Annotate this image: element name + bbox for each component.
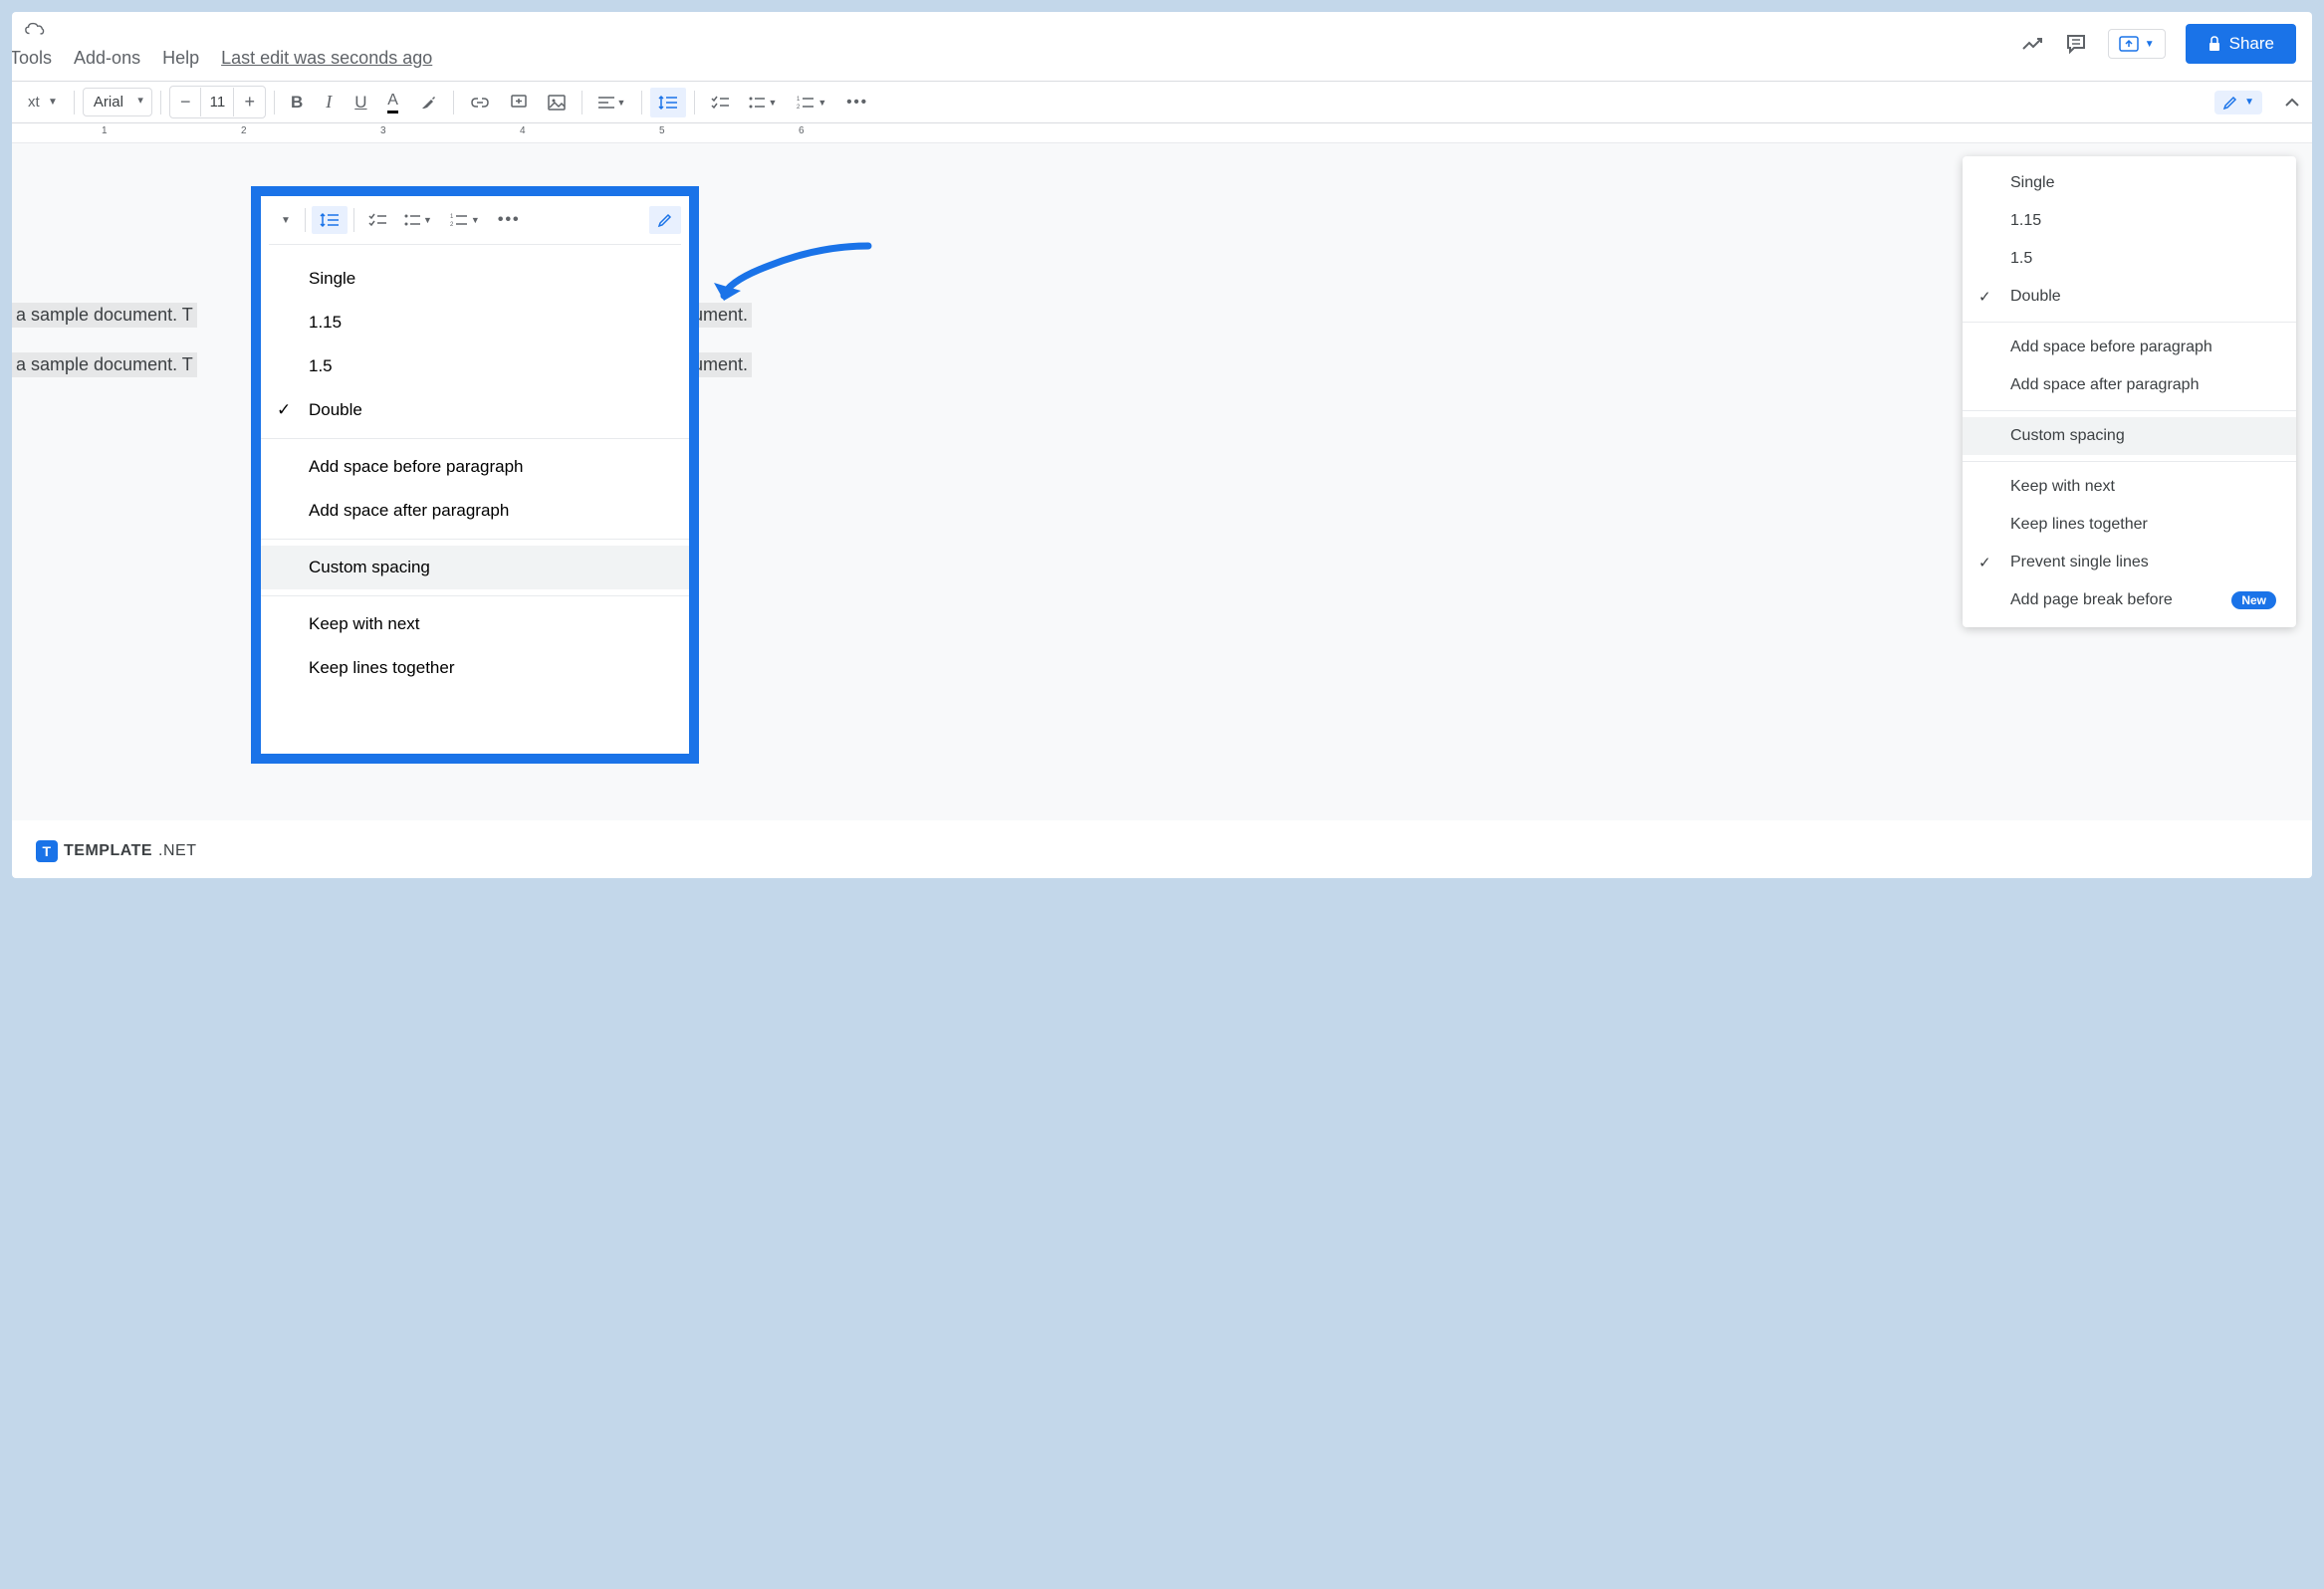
menu-tools[interactable]: Tools bbox=[12, 48, 52, 69]
checklist-button[interactable] bbox=[703, 88, 737, 117]
svg-text:1: 1 bbox=[450, 214, 454, 220]
brand-name: TEMPLATE bbox=[64, 842, 152, 860]
spacing-15[interactable]: 1.5 bbox=[1963, 240, 2296, 278]
spacing-15[interactable]: 1.5 bbox=[261, 344, 689, 388]
keep-lines-together[interactable]: Keep lines together bbox=[1963, 506, 2296, 544]
more-button[interactable]: ••• bbox=[490, 206, 529, 234]
toolbar: xt ▼ Arial − + B I U A ▼ bbox=[12, 81, 2312, 123]
add-page-break-before[interactable]: Add page break beforeNew bbox=[1963, 581, 2296, 619]
spacing-115[interactable]: 1.15 bbox=[261, 301, 689, 344]
space-after-paragraph[interactable]: Add space after paragraph bbox=[1963, 366, 2296, 404]
space-after-paragraph[interactable]: Add space after paragraph bbox=[261, 489, 689, 533]
font-select[interactable]: Arial bbox=[83, 88, 152, 116]
menu-addons[interactable]: Add-ons bbox=[74, 48, 140, 69]
space-before-paragraph[interactable]: Add space before paragraph bbox=[261, 445, 689, 489]
inset-toolbar: ▼ ▼ 12 ▼ ••• bbox=[261, 196, 689, 244]
app-frame: ▼ Share Tools Add-ons Help Last edit was… bbox=[12, 12, 2312, 878]
line-spacing-button[interactable] bbox=[650, 88, 686, 117]
pencil-icon[interactable] bbox=[649, 206, 681, 234]
menubar: Tools Add-ons Help Last edit was seconds… bbox=[12, 42, 2310, 81]
keep-lines-together[interactable]: Keep lines together bbox=[261, 646, 689, 690]
numbered-list-button[interactable]: 12 ▼ bbox=[789, 88, 834, 117]
bold-button[interactable]: B bbox=[283, 88, 311, 117]
check-icon: ✓ bbox=[277, 400, 291, 420]
new-badge: New bbox=[2231, 591, 2276, 609]
spacing-single[interactable]: Single bbox=[1963, 164, 2296, 202]
separator bbox=[353, 208, 354, 232]
checklist-button[interactable] bbox=[360, 206, 394, 234]
space-before-paragraph[interactable]: Add space before paragraph bbox=[1963, 329, 2296, 366]
custom-spacing[interactable]: Custom spacing bbox=[1963, 417, 2296, 455]
line-spacing-button[interactable] bbox=[312, 206, 348, 234]
separator bbox=[1963, 410, 2296, 411]
separator bbox=[261, 539, 689, 540]
separator bbox=[1963, 461, 2296, 462]
increase-size-button[interactable]: + bbox=[234, 87, 265, 117]
styles-dropdown[interactable]: xt ▼ bbox=[20, 88, 66, 117]
separator bbox=[581, 91, 582, 114]
svg-text:2: 2 bbox=[450, 222, 454, 227]
svg-text:2: 2 bbox=[797, 105, 801, 110]
separator bbox=[261, 438, 689, 439]
more-button[interactable]: ••• bbox=[838, 88, 876, 117]
dropdown-caret[interactable]: ▼ bbox=[273, 206, 299, 234]
align-button[interactable]: ▼ bbox=[590, 88, 634, 117]
menu-help[interactable]: Help bbox=[162, 48, 199, 69]
custom-spacing[interactable]: Custom spacing bbox=[261, 546, 689, 589]
separator bbox=[269, 244, 681, 245]
last-edit-link[interactable]: Last edit was seconds ago bbox=[221, 48, 432, 69]
separator bbox=[694, 91, 695, 114]
document-text: a sample document. T bbox=[12, 303, 197, 328]
check-icon: ✓ bbox=[1978, 288, 1991, 306]
callout-inset: ▼ ▼ 12 ▼ ••• Single 1.1 bbox=[251, 186, 699, 764]
template-logo-icon: T bbox=[36, 840, 58, 862]
font-size-input[interactable] bbox=[200, 88, 234, 116]
image-button[interactable] bbox=[540, 88, 574, 117]
svg-text:1: 1 bbox=[797, 97, 801, 103]
ruler[interactable]: 1 2 3 4 5 6 bbox=[12, 123, 2312, 143]
cloud-icon bbox=[24, 20, 46, 38]
separator bbox=[160, 91, 161, 114]
check-icon: ✓ bbox=[1978, 554, 1991, 571]
separator bbox=[641, 91, 642, 114]
bullet-list-button[interactable]: ▼ bbox=[741, 88, 785, 117]
pencil-icon bbox=[2222, 95, 2238, 111]
annotation-arrow bbox=[709, 241, 878, 321]
topbar: ▼ Share bbox=[12, 12, 2312, 42]
separator bbox=[305, 208, 306, 232]
spacing-double[interactable]: ✓Double bbox=[261, 388, 689, 432]
inset-spacing-menu: Single 1.15 1.5 ✓Double Add space before… bbox=[261, 249, 689, 698]
line-spacing-menu: Single 1.15 1.5 ✓Double Add space before… bbox=[1963, 156, 2296, 627]
separator bbox=[274, 91, 275, 114]
link-button[interactable] bbox=[462, 88, 498, 117]
highlight-button[interactable] bbox=[411, 88, 445, 117]
italic-button[interactable]: I bbox=[315, 88, 343, 117]
collapse-toolbar-button[interactable] bbox=[2284, 98, 2300, 108]
numbered-list-button[interactable]: 12 ▼ bbox=[442, 206, 488, 234]
watermark: T TEMPLATE .NET bbox=[36, 840, 196, 862]
prevent-single-lines[interactable]: ✓Prevent single lines bbox=[1963, 544, 2296, 581]
decrease-size-button[interactable]: − bbox=[170, 87, 201, 117]
keep-with-next[interactable]: Keep with next bbox=[261, 602, 689, 646]
brand-suffix: .NET bbox=[158, 842, 196, 860]
separator bbox=[74, 91, 75, 114]
spacing-115[interactable]: 1.15 bbox=[1963, 202, 2296, 240]
keep-with-next[interactable]: Keep with next bbox=[1963, 468, 2296, 506]
spacing-single[interactable]: Single bbox=[261, 257, 689, 301]
separator bbox=[261, 595, 689, 596]
font-size-stepper: − + bbox=[169, 86, 266, 118]
underline-button[interactable]: U bbox=[347, 88, 374, 117]
spacing-double[interactable]: ✓Double bbox=[1963, 278, 2296, 316]
separator bbox=[453, 91, 454, 114]
bullet-list-button[interactable]: ▼ bbox=[396, 206, 440, 234]
comment-button[interactable] bbox=[502, 88, 536, 117]
document-text: a sample document. T bbox=[12, 352, 197, 377]
text-color-button[interactable]: A bbox=[379, 88, 407, 117]
separator bbox=[1963, 322, 2296, 323]
editing-mode-button[interactable]: ▼ bbox=[2214, 91, 2262, 114]
